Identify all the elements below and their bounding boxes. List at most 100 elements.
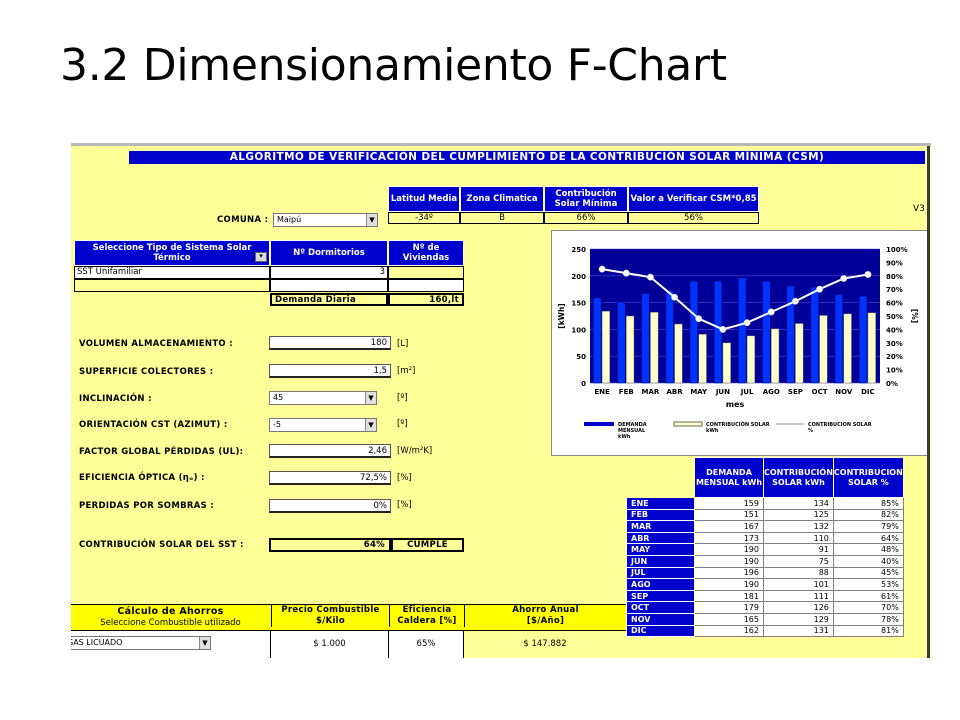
chevron-down-icon[interactable]: ▼ [199,637,210,649]
orientacion-select[interactable]: -5 ▼ [269,418,377,432]
month-cell: OCT [626,601,695,614]
table-row: MAY 190 91 48% [626,543,904,556]
demand-cell: 167 [694,520,764,533]
x-tick-label: MAY [690,388,708,396]
bar-contribucion [650,311,659,384]
bar-demanda [738,277,747,384]
dormitorios-empty-cell[interactable] [270,279,388,292]
annual-header: Ahorro Anual [$/Año] [464,605,626,627]
viviendas-cell[interactable] [388,266,464,279]
y2-tick-label: 20% [886,353,903,361]
volumen-unit: [L] [397,339,409,349]
bar-contribucion [722,342,731,384]
bar-demanda [858,295,868,384]
chevron-down-icon[interactable]: ▼ [365,419,376,431]
demand-cell: 162 [694,624,764,638]
solar-kwh-cell: 101 [763,578,834,591]
system-type-header-label: Seleccione Tipo de Sistema Solar Térmico [92,243,252,263]
inclinacion-select[interactable]: 45 ▼ [269,391,377,405]
bar-contribucion [819,315,828,384]
solar-kwh-cell: 110 [763,531,834,545]
point-contribucion-pct [864,271,872,278]
contrib-value: 64% [269,538,391,552]
bar-contribucion [674,323,683,384]
bar-demanda [689,280,698,384]
table-row: ABR 173 110 64% [626,531,904,545]
y-tick-label: 0 [581,380,586,388]
solar-kwh-cell: 88 [763,566,834,580]
sombras-unit: [%] [397,500,412,510]
dormitorios-cell[interactable]: 3 [270,266,388,279]
filter-dropdown-icon[interactable]: ▾ [255,252,267,262]
superficie-label: SUPERFICIE COLECTORES : [79,367,214,377]
solar-pct-cell: 40% [832,554,904,568]
volumen-input[interactable]: 180 [269,336,391,350]
orientacion-unit: [º] [397,419,408,429]
savings-title: Cálculo de Ahorros [117,606,224,617]
x-tick-label: OCT [812,388,828,396]
table-row: JUN 190 75 40% [626,554,904,568]
solar-pct-cell: 78% [832,612,904,626]
demand-contribution-chart: 0 50 100 150 200 250 0% 10% 20% 30% 40% 50% 60% 70% 80… [557,246,919,440]
solar-pct-cell: 81% [832,624,904,638]
table-row: JUL 196 88 45% [626,566,904,580]
y-tick-label: 150 [571,300,586,308]
eficiencia-input[interactable]: 72,5% [269,471,391,485]
y2-tick-label: 50% [886,313,903,321]
demanda-value: 160,lt [388,293,464,306]
orientacion-value: -5 [273,420,281,429]
bar-contribucion [771,328,780,384]
version-label: V3 [913,204,925,214]
valor-verificar-header: Valor a Verificar CSM*0,85 [628,186,759,212]
demand-cell: 179 [694,601,764,614]
x-tick-label: FEB [619,388,634,396]
viviendas-header: Nº de Viviendas [388,240,464,266]
superficie-input[interactable]: 1,5 [269,364,391,378]
solar-pct-cell: 85% [832,497,904,510]
chevron-down-icon[interactable]: ▼ [366,214,377,226]
x-tick-label: NOV [835,388,853,396]
factor-input[interactable]: 2,46 [269,444,391,458]
comuna-select[interactable]: Maipú ▼ [273,213,378,227]
demand-cell: 181 [694,589,764,603]
point-contribucion-pct [598,265,606,273]
bar-demanda [665,290,674,384]
month-cell: MAR [626,520,695,533]
solar-kwh-cell: 75 [763,554,834,568]
table-header-demanda: DEMANDA MENSUAL kWh [694,457,764,498]
bar-demanda [762,280,771,384]
point-contribucion-pct [622,269,630,277]
solar-kwh-cell: 129 [763,612,834,626]
y2-tick-label: 10% [886,367,903,375]
bar-contribucion [601,310,611,384]
solar-pct-cell: 70% [832,601,904,614]
price-value[interactable]: $ 1.000 [271,631,389,658]
system-type-cell[interactable]: SST Unifamiliar [74,266,270,279]
y2-tick-label: 80% [886,273,903,281]
annual-value: $ 147.882 [464,631,626,658]
chevron-down-icon[interactable]: ▼ [365,392,376,404]
y2-tick-label: 60% [886,300,903,308]
point-contribucion-pct [816,285,824,293]
y-tick-label: 100 [571,326,586,334]
demand-cell: 190 [694,543,764,556]
bar-demanda [810,286,819,384]
sombras-input[interactable]: 0% [269,499,391,513]
legend-label-contribucion: kWh [706,428,719,434]
contrib-status: CUMPLE [391,538,464,552]
table-row: FEB 151 125 82% [626,508,904,522]
viviendas-empty-cell[interactable] [388,279,464,292]
legend-label-contribucion: CONTRIBUCIÓN SOLAR [706,421,770,428]
month-cell: SEP [626,589,695,603]
orientacion-label: ORIENTACIÓN CST (AZIMUT) : [79,420,228,430]
solar-kwh-cell: 132 [763,520,834,533]
table-row: OCT 179 126 70% [626,601,904,614]
fuel-select[interactable]: GAS LICUADO ▼ [71,636,211,650]
efficiency-value[interactable]: 65% [389,631,464,658]
point-contribucion-pct [767,308,775,316]
chart-panel: 0 50 100 150 200 250 0% 10% 20% 30% 40% 50% 60% 70% 80… [551,230,929,456]
y2-axis-label: [%] [910,309,919,323]
solar-pct-cell: 79% [832,520,904,533]
demand-cell: 190 [694,554,764,568]
y2-tick-label: 40% [886,326,903,334]
